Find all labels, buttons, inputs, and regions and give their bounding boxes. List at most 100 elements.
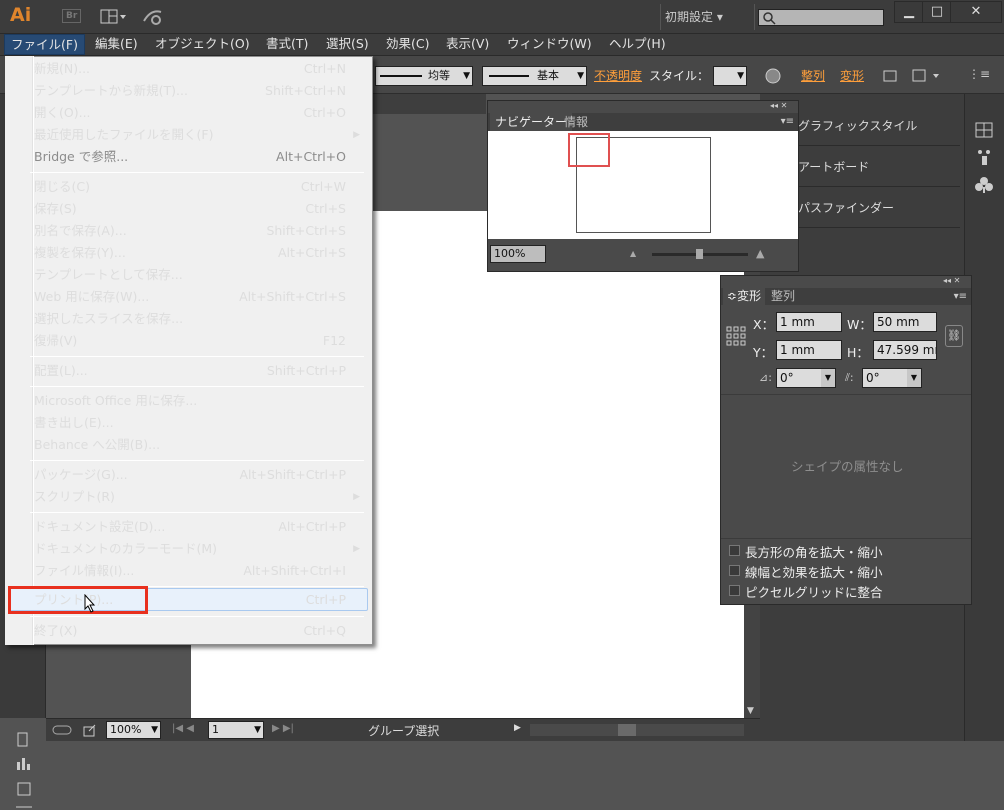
transform-tabs: ≎変形 整列 ▾≡ [721,288,971,305]
bridge-button[interactable]: Br [62,9,82,23]
reference-point-icon[interactable] [726,326,746,346]
menu-item-label: パッケージ(G)... [34,467,128,482]
collapse-panel-icon[interactable]: ◂◂ ✕ [770,101,787,110]
swatches-panel-icon[interactable] [975,122,993,138]
menu-item-color-mode[interactable]: ドキュメントのカラーモード(M) ▶ [32,538,364,560]
edit-options-icon[interactable] [911,67,943,85]
isolate-icon[interactable] [880,67,900,85]
menu-item-save-for-web[interactable]: Web 用に保存(W)... Alt+Shift+Ctrl+S [32,286,364,308]
transform-link[interactable]: 変形 [840,67,864,84]
menu-effect[interactable]: 効果(C) [380,34,435,55]
menu-item-shortcut: Alt+Ctrl+P [278,519,346,534]
menu-item-file-info[interactable]: ファイル情報(I)... Alt+Shift+Ctrl+I [32,560,364,582]
next-artboard-icon[interactable]: ▶ ▶| [272,723,294,734]
horizontal-scrollbar[interactable] [530,724,744,736]
scale-strokes-checkbox[interactable] [729,565,740,576]
symbol-sprayer-tool-icon[interactable] [14,730,34,748]
close-window-button[interactable]: ✕ [950,1,1002,23]
constrain-proportions-icon[interactable]: ⛓ [945,325,963,347]
maximize-button[interactable]: □ [922,1,952,23]
status-arrow-icon[interactable]: ▶ [514,723,521,733]
menu-item-place[interactable]: 配置(L)... Shift+Ctrl+P [32,360,364,382]
graphic-style-select[interactable]: ▼ [713,66,747,86]
menu-item-save-office[interactable]: Microsoft Office 用に保存... [32,390,364,412]
artboard-tool-icon[interactable] [14,780,34,798]
menu-item-save-as[interactable]: 別名で保存(A)... Shift+Ctrl+S [32,220,364,242]
arrange-documents-icon[interactable] [100,9,128,24]
sync-settings-icon[interactable] [141,7,165,27]
navigator-menu-icon[interactable]: ▾≡ [781,113,794,131]
y-input[interactable]: 1 mm [776,340,842,360]
menu-help[interactable]: ヘルプ(H) [603,34,672,55]
menu-item-save-as-template[interactable]: テンプレートとして保存... [32,264,364,286]
menu-item-package[interactable]: パッケージ(G)... Alt+Shift+Ctrl+P [32,464,364,486]
menu-item-open[interactable]: 開く(O)... Ctrl+O [32,102,364,124]
menu-edit[interactable]: 編集(E) [89,34,144,55]
transform-panel: ◂◂ ✕ ≎変形 整列 ▾≡ X： 1 mm W： 50 mm Y： 1 mm … [720,275,972,605]
menu-item-scripts[interactable]: スクリプト(R) ▶ [32,486,364,508]
menu-item-new[interactable]: 新規(N)... Ctrl+N [32,58,364,80]
rotate-input[interactable]: 0° ▼ [776,368,836,388]
share-icon[interactable] [82,722,98,738]
stroke-profile-label: 均等 [428,69,450,82]
menu-window[interactable]: ウィンドウ(W) [501,34,598,55]
tab-align[interactable]: 整列 [771,288,795,305]
shear-input[interactable]: 0° ▼ [862,368,922,388]
scale-corners-checkbox[interactable] [729,545,740,556]
menu-item-save-slices[interactable]: 選択したスライスを保存... [32,308,364,330]
navigator-zoom-input[interactable]: 100% [490,245,546,263]
zoom-in-icon[interactable]: ▲ [756,247,764,260]
collapse-transform-icon[interactable]: ◂◂ ✕ [943,276,960,285]
slice-tool-icon[interactable] [14,804,34,810]
tab-transform[interactable]: ≎変形 [723,288,766,305]
brushes-panel-icon[interactable] [975,148,993,166]
tab-navigator[interactable]: ナビゲーター [490,113,573,131]
column-graph-tool-icon[interactable] [14,754,34,772]
menu-type[interactable]: 書式(T) [260,34,314,55]
menu-item-close[interactable]: 閉じる(C) Ctrl+W [32,176,364,198]
first-artboard-icon[interactable]: |◀ ◀ [172,723,194,734]
submenu-arrow-icon: ▶ [353,130,360,140]
stroke-profile-select[interactable]: 均等 ▼ [375,66,473,86]
app-logo: Ai [10,4,32,26]
menu-item-save-copy[interactable]: 複製を保存(Y)... Alt+Ctrl+S [32,242,364,264]
artboard-number-select[interactable]: 1 ▼ [208,721,264,739]
w-input[interactable]: 50 mm [873,312,937,332]
menu-item-export[interactable]: 書き出し(E)... [32,412,364,434]
zoom-slider[interactable] [652,249,748,259]
menu-item-document-setup[interactable]: ドキュメント設定(D)... Alt+Ctrl+P [32,516,364,538]
menu-view[interactable]: 表示(V) [440,34,495,55]
workspace-switcher[interactable]: 初期設定 ▾ [665,8,723,25]
menu-object[interactable]: オブジェクト(O) [149,34,256,55]
menu-item-revert[interactable]: 復帰(V) F12 [32,330,364,352]
menu-item-open-recent[interactable]: 最近使用したファイルを開く(F) ▶ [32,124,364,146]
minimize-button[interactable]: ▁ [894,1,924,23]
menu-select[interactable]: 選択(S) [320,34,375,55]
opacity-link[interactable]: 不透明度 [594,67,642,84]
zoom-select[interactable]: 100% ▼ [106,721,161,739]
menu-item-exit[interactable]: 終了(X) Ctrl+Q [32,620,364,642]
menu-item-behance[interactable]: Behance へ公開(B)... [32,434,364,456]
pixel-grid-checkbox[interactable] [729,585,740,596]
tab-info[interactable]: 情報 [564,113,588,131]
brush-select[interactable]: 基本 ▼ [482,66,587,86]
navigator-tabs: ナビゲーター 情報 ▾≡ [488,113,798,131]
transform-menu-icon[interactable]: ▾≡ [954,288,967,305]
menu-item-new-from-template[interactable]: テンプレートから新規(T)... Shift+Ctrl+N [32,80,364,102]
x-input[interactable]: 1 mm [776,312,842,332]
h-input[interactable]: 47.599 mı [873,340,937,360]
zoom-out-icon[interactable]: ▲ [630,249,636,258]
symbols-panel-icon[interactable] [975,176,993,194]
recolor-artwork-icon[interactable] [764,67,782,85]
navigator-preview[interactable] [488,131,798,239]
menu-item-label: 複製を保存(Y)... [34,245,126,260]
help-search-input[interactable] [758,9,884,26]
menu-item-label: 復帰(V) [34,333,78,348]
menu-separator [30,386,364,387]
menu-file[interactable]: ファイル(F) [4,34,85,55]
menu-item-save[interactable]: 保存(S) Ctrl+S [32,198,364,220]
align-link[interactable]: 整列 [801,67,825,84]
status-toggle-icon[interactable] [52,723,72,737]
panel-menu-icon[interactable]: ⋮≡ [968,67,990,81]
navigator-view-box[interactable] [568,133,610,167]
